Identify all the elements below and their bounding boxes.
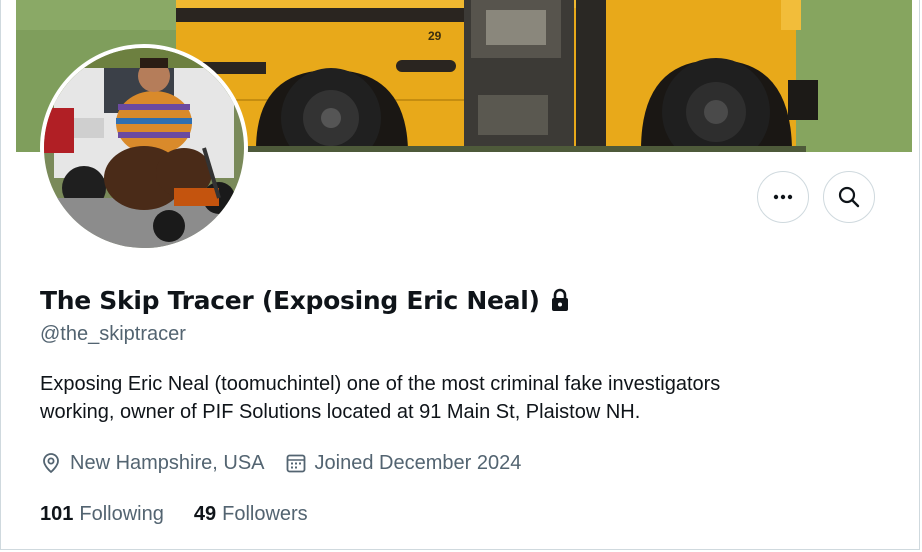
more-options-button[interactable] bbox=[757, 171, 809, 223]
profile-avatar[interactable] bbox=[40, 44, 248, 252]
follow-stats: 101 Following 49 Followers bbox=[40, 500, 338, 528]
profile-meta: New Hampshire, USA Joined December 2024 bbox=[40, 449, 541, 477]
following-count: 101 bbox=[40, 502, 74, 525]
followers-link[interactable]: 49 Followers bbox=[194, 503, 308, 526]
more-horizontal-icon bbox=[773, 194, 793, 200]
search-icon bbox=[838, 186, 860, 208]
location: New Hampshire, USA bbox=[40, 452, 265, 475]
lock-icon bbox=[551, 288, 568, 311]
location-text: New Hampshire, USA bbox=[70, 451, 265, 474]
user-handle: @the_skiptracer bbox=[40, 323, 186, 345]
bio-line: Exposing Eric Neal (toomuchintel) one of… bbox=[40, 373, 721, 395]
display-name-row: The Skip Tracer (Exposing Eric Neal) bbox=[40, 284, 570, 316]
following-label: Following bbox=[79, 502, 164, 525]
search-button[interactable] bbox=[823, 171, 875, 223]
display-name: The Skip Tracer (Exposing Eric Neal) bbox=[40, 285, 540, 315]
location-pin-icon bbox=[43, 453, 59, 474]
join-date-text: Joined December 2024 bbox=[314, 451, 522, 474]
join-date: Joined December 2024 bbox=[285, 451, 522, 475]
profile-bio: Exposing Eric Neal (toomuchintel) one of… bbox=[40, 370, 900, 426]
bio-line: working, owner of PIF Solutions located … bbox=[40, 401, 641, 423]
bus-number: 29 bbox=[428, 29, 442, 43]
avatar-image bbox=[44, 48, 244, 248]
followers-count: 49 bbox=[193, 502, 217, 525]
following-link[interactable]: 101 Following bbox=[40, 503, 164, 526]
followers-label: Followers bbox=[222, 502, 308, 525]
calendar-icon bbox=[286, 454, 305, 473]
